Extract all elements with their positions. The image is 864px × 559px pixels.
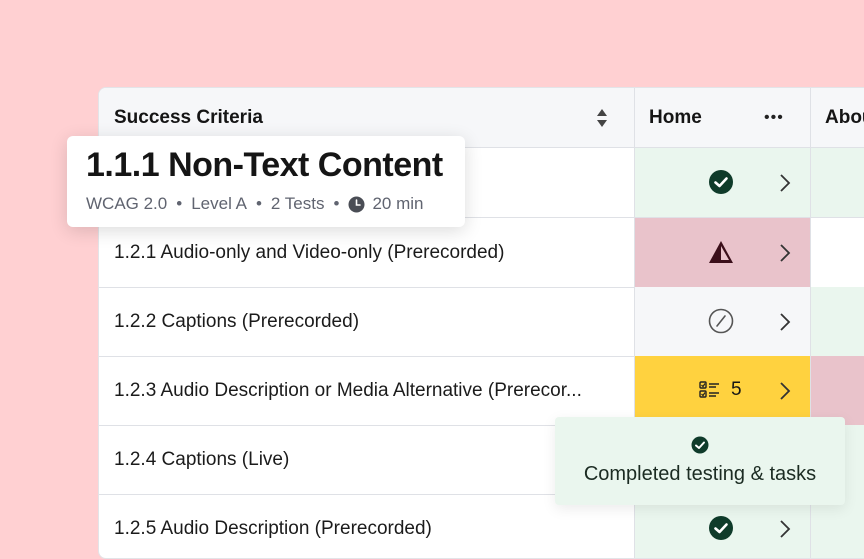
check-circle-icon <box>691 436 709 454</box>
about-status-cell[interactable] <box>811 148 864 217</box>
chevron-right-icon[interactable] <box>778 518 792 540</box>
chevron-right-icon[interactable] <box>778 172 792 194</box>
duration: 20 min <box>372 194 424 213</box>
meta-separator: • <box>255 194 262 213</box>
home-status-cell[interactable] <box>635 287 810 356</box>
test-count: 2 Tests <box>270 194 325 213</box>
tooltip-title: 1.1.1 Non-Text Content <box>86 146 443 184</box>
sort-icon[interactable] <box>594 106 610 130</box>
completion-toast: Completed testing & tasks <box>555 417 845 505</box>
about-column-header[interactable]: Abou <box>825 88 864 147</box>
home-status-cell[interactable] <box>635 148 810 217</box>
home-column-header[interactable]: Home <box>649 88 702 147</box>
home-status-cell[interactable] <box>635 218 810 287</box>
warning-triangle-icon <box>709 241 733 263</box>
meta-separator: • <box>333 194 340 213</box>
toast-message: Completed testing & tasks <box>583 463 817 485</box>
criteria-label: 1.2.3 Audio Description or Media Alterna… <box>114 379 582 401</box>
about-status-cell[interactable] <box>811 356 864 425</box>
chevron-right-icon[interactable] <box>778 242 792 264</box>
table-row[interactable]: 1.2.2 Captions (Prerecorded) <box>99 287 864 357</box>
criteria-label: 1.2.1 Audio-only and Video-only (Prereco… <box>114 241 505 263</box>
table-row[interactable]: 1.2.3 Audio Description or Media Alterna… <box>99 356 864 426</box>
chevron-right-icon[interactable] <box>778 311 792 333</box>
criteria-label: 1.2.4 Captions (Live) <box>114 448 290 470</box>
about-status-cell[interactable] <box>811 287 864 356</box>
not-applicable-icon <box>708 308 734 334</box>
home-status-cell[interactable]: 5 <box>635 356 810 425</box>
check-circle-icon <box>709 170 733 194</box>
criteria-label: 1.2.2 Captions (Prerecorded) <box>114 310 360 332</box>
wcag-level: Level A <box>191 194 247 213</box>
more-horizontal-icon[interactable]: ••• <box>764 110 784 126</box>
wcag-version: WCAG 2.0 <box>86 194 168 213</box>
criterion-tooltip: 1.1.1 Non-Text Content WCAG 2.0 • Level … <box>67 136 465 227</box>
task-count: 5 <box>731 379 742 400</box>
table-row[interactable]: 1.2.1 Audio-only and Video-only (Prereco… <box>99 218 864 288</box>
meta-separator: • <box>176 194 183 213</box>
clock-icon <box>348 196 365 212</box>
tooltip-meta: WCAG 2.0 • Level A • 2 Tests • 20 min <box>86 194 423 214</box>
check-circle-icon <box>709 516 733 540</box>
criteria-label: 1.2.5 Audio Description (Prerecorded) <box>114 517 432 539</box>
checklist-icon <box>699 381 719 398</box>
about-status-cell[interactable] <box>811 218 864 287</box>
chevron-right-icon[interactable] <box>778 380 792 402</box>
